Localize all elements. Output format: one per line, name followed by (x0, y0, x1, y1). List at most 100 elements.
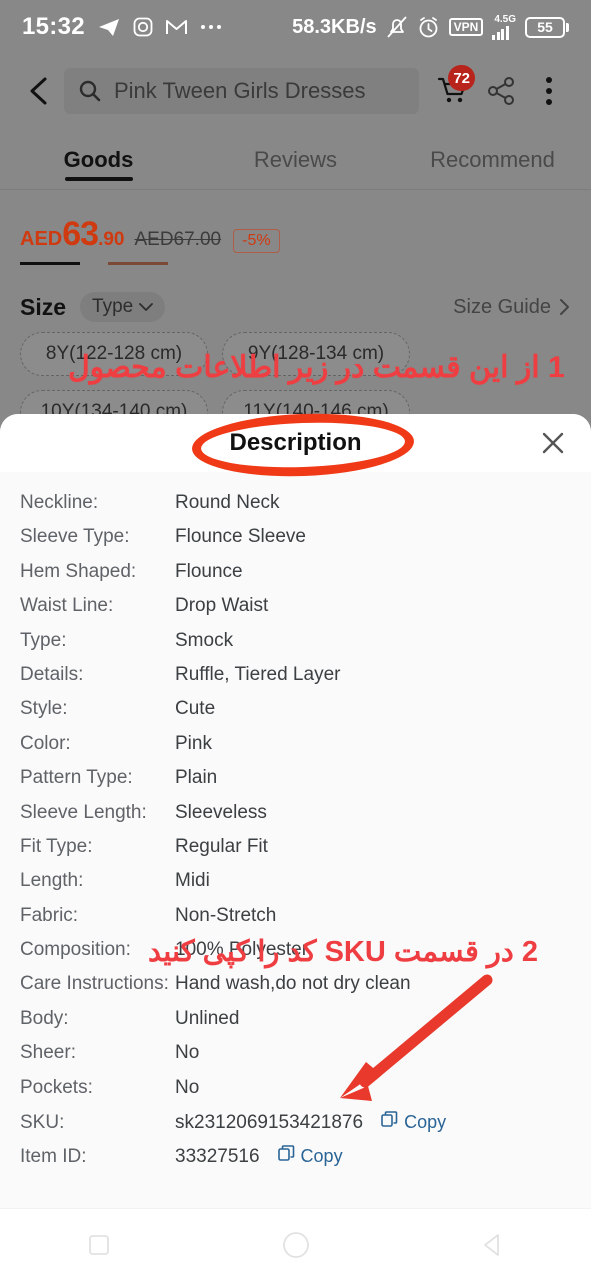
attribute-key: Body: (20, 1007, 69, 1029)
close-button[interactable] (533, 423, 573, 463)
currency-label: AED (20, 228, 63, 250)
telegram-icon (98, 16, 120, 38)
item-id-key: Item ID: (20, 1146, 87, 1168)
attribute-row: Sheer: No (0, 1042, 591, 1076)
copy-sku-label: Copy (404, 1111, 447, 1132)
attribute-row: Pockets: No (0, 1077, 591, 1111)
thumbnail-indicators (20, 262, 168, 265)
discount-badge: -5% (233, 229, 280, 253)
sku-value: sk2312069153421876 (175, 1112, 364, 1134)
signal-icon: 4.5G (492, 14, 516, 40)
attribute-key: Waist Line: (20, 595, 114, 617)
size-option[interactable]: 9Y(128-134 cm) (222, 332, 410, 376)
attribute-row: Color: Pink (0, 733, 591, 767)
overflow-menu-button[interactable] (525, 67, 573, 115)
attribute-value: Smock (175, 629, 234, 651)
android-nav-bar (0, 1208, 591, 1280)
search-icon (78, 79, 102, 103)
description-sheet: Description Neckline: Round Neck Sleeve … (0, 414, 591, 1280)
attribute-value: Hand wash,do not dry clean (175, 973, 411, 995)
status-time: 15:32 (22, 13, 85, 40)
attribute-row: Care Instructions: Hand wash,do not dry … (0, 973, 591, 1007)
attribute-key: Details: (20, 663, 84, 685)
price-block: AED 63 .90 AED67.00 -5% (20, 215, 280, 254)
attribute-value: Cute (175, 698, 216, 720)
copy-sku-button[interactable]: Copy (381, 1111, 446, 1133)
attribute-row: Pattern Type: Plain (0, 767, 591, 801)
status-bar: 15:32 58.3KB/s VPN 4.5G 55 (0, 0, 591, 54)
tab-goods[interactable]: Goods (0, 147, 197, 173)
copy-item-id-label: Copy (300, 1145, 343, 1166)
search-query-text: Pink Tween Girls Dresses (114, 78, 366, 103)
battery-icon: 55 (525, 16, 569, 38)
tab-recommend[interactable]: Recommend (394, 147, 591, 173)
attribute-key: Care Instructions: (20, 973, 169, 995)
home-button[interactable] (261, 1221, 331, 1269)
size-label: Size (20, 293, 67, 320)
attribute-row: Style: Cute (0, 698, 591, 732)
close-icon (539, 429, 567, 457)
instagram-icon (133, 17, 153, 37)
size-guide-label: Size Guide (453, 295, 551, 318)
attribute-key: Sheer: (20, 1042, 76, 1064)
attribute-value: Regular Fit (175, 835, 268, 857)
size-type-label: Type (92, 296, 134, 317)
attribute-row: Waist Line: Drop Waist (0, 595, 591, 629)
recents-button[interactable] (64, 1221, 134, 1269)
attribute-row: Details: Ruffle, Tiered Layer (0, 664, 591, 698)
size-type-selector[interactable]: Type (80, 292, 166, 322)
share-button[interactable] (477, 67, 525, 115)
back-nav-button[interactable] (458, 1221, 528, 1269)
original-price: AED67.00 (134, 229, 222, 250)
size-guide-link[interactable]: Size Guide (453, 296, 571, 319)
gmail-icon (165, 18, 187, 36)
cart-count-badge: 72 (448, 65, 475, 91)
attribute-value: Pink (175, 732, 212, 754)
size-option[interactable]: 8Y(122-128 cm) (20, 332, 208, 376)
attribute-key: Length: (20, 870, 84, 892)
attribute-row: Body: Unlined (0, 1008, 591, 1042)
cart-button[interactable]: 72 (429, 65, 477, 115)
attribute-key: Fabric: (20, 904, 79, 926)
search-input[interactable]: Pink Tween Girls Dresses (64, 68, 419, 114)
attribute-value: Flounce (175, 560, 243, 582)
back-button[interactable] (18, 71, 58, 111)
attribute-row: Sleeve Length: Sleeveless (0, 802, 591, 836)
attribute-key: Style: (20, 698, 68, 720)
attribute-row: Type: Smock (0, 630, 591, 664)
sku-row: SKU: sk2312069153421876 Copy (0, 1111, 591, 1145)
copy-item-id-button[interactable]: Copy (277, 1145, 343, 1167)
attribute-key: Composition: (20, 939, 131, 961)
circle-icon (281, 1230, 311, 1260)
size-header-row: Size Type Size Guide (20, 292, 571, 322)
more-vertical-icon (546, 77, 552, 105)
attribute-value: Ruffle, Tiered Layer (175, 663, 341, 685)
attribute-value: Drop Waist (175, 595, 269, 617)
attribute-value: Midi (175, 870, 210, 892)
item-id-value: 33327516 (175, 1146, 260, 1168)
more-apps-icon (200, 23, 222, 31)
vpn-icon: VPN (448, 18, 484, 36)
attribute-value: Unlined (175, 1007, 240, 1029)
item-id-row: Item ID: 33327516 Copy (0, 1145, 591, 1179)
copy-icon (277, 1145, 295, 1167)
attribute-row: Composition: 100% Polyester (0, 939, 591, 973)
square-icon (87, 1233, 111, 1257)
attribute-value: Plain (175, 767, 218, 789)
attribute-key: Neckline: (20, 492, 99, 513)
product-tabs: Goods Reviews Recommend (0, 130, 591, 190)
network-speed: 58.3KB/s (292, 15, 377, 38)
chevron-down-icon (139, 302, 154, 312)
attribute-value: Sleeveless (175, 801, 267, 823)
attribute-value: Flounce Sleeve (175, 526, 306, 548)
attribute-key: Color: (20, 732, 71, 754)
attribute-row: Length: Midi (0, 870, 591, 904)
tab-reviews[interactable]: Reviews (197, 147, 394, 173)
attribute-value: 100% Polyester (175, 939, 309, 961)
attribute-row: Sleeve Type: Flounce Sleeve (0, 526, 591, 560)
share-icon (485, 75, 517, 107)
sku-key: SKU: (20, 1112, 65, 1134)
description-attribute-list: Neckline: Round Neck Sleeve Type: Flounc… (0, 472, 591, 1280)
attribute-row: Fit Type: Regular Fit (0, 836, 591, 870)
copy-icon (381, 1111, 398, 1133)
